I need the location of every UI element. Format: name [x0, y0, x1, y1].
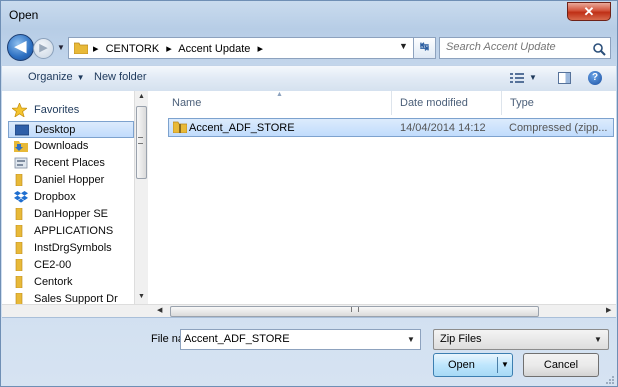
resize-grip-icon[interactable] — [605, 375, 615, 385]
chevron-down-icon[interactable]: ▼ — [407, 335, 415, 344]
window-title: Open — [9, 8, 39, 22]
sidebar-item-label: Downloads — [34, 140, 89, 152]
address-dropdown-icon[interactable]: ▼ — [399, 41, 408, 51]
sidebar-item-recent-places[interactable]: Recent Places — [8, 155, 134, 172]
address-bar[interactable]: ▸ CENTORK ▸ Accent Update ▸ ▼ — [68, 37, 414, 59]
sidebar-item-daniel-hopper[interactable]: Daniel Hopper — [8, 172, 134, 189]
organize-label: Organize — [28, 71, 73, 83]
file-name-input[interactable] — [184, 333, 384, 345]
folder-icon — [15, 225, 23, 237]
breadcrumb-separator-icon[interactable]: ▸ — [257, 43, 263, 55]
horizontal-scrollbar[interactable]: ◀ ▶ — [2, 304, 616, 317]
file-name-combobox[interactable]: ▼ — [180, 329, 421, 350]
close-button[interactable]: ✕ — [567, 2, 611, 21]
open-dialog: Open ✕ ◀ ▶ ▼ ▸ CENTORK ▸ Accent Update ▸… — [0, 0, 618, 387]
sidebar-item-centork[interactable]: Centork — [8, 274, 134, 291]
breadcrumb-separator-icon[interactable]: ▸ — [93, 43, 99, 55]
zip-folder-icon — [173, 121, 187, 133]
sort-ascending-icon: ▲ — [276, 91, 283, 98]
search-box[interactable] — [439, 37, 611, 59]
sidebar-item-label: Daniel Hopper — [34, 174, 105, 186]
search-input[interactable] — [446, 41, 586, 53]
sidebar-item-label: DanHopper SE — [34, 208, 108, 220]
sidebar-item-label: Recent Places — [34, 157, 105, 169]
recent-locations-dropdown[interactable]: ▼ — [57, 43, 65, 52]
refresh-button[interactable]: ↹ — [414, 37, 436, 59]
sidebar-item-desktop[interactable]: Desktop — [8, 121, 134, 138]
breadcrumb-separator-icon[interactable]: ▸ — [166, 43, 172, 55]
folder-icon — [15, 276, 23, 288]
sidebar-item-label: CE2-00 — [34, 259, 72, 271]
change-view-icon[interactable] — [510, 72, 524, 84]
sidebar-item-downloads[interactable]: Downloads — [8, 138, 134, 155]
sidebar-item-danhopper-se[interactable]: DanHopper SE — [8, 206, 134, 223]
folder-icon — [15, 259, 23, 271]
favorites-label: Favorites — [34, 104, 80, 116]
file-type-value: Zip Files — [440, 333, 482, 345]
search-icon[interactable] — [592, 42, 606, 56]
refresh-icon: ↹ — [419, 41, 430, 53]
table-row[interactable]: Accent_ADF_STORE 14/04/2014 14:12 Compre… — [168, 118, 614, 137]
preview-pane-icon[interactable] — [558, 72, 571, 84]
forward-button[interactable]: ▶ — [33, 38, 54, 59]
scroll-up-icon[interactable]: ▲ — [138, 93, 145, 100]
recent-places-icon — [14, 157, 28, 169]
folder-icon — [15, 208, 23, 220]
scroll-left-icon[interactable]: ◀ — [157, 306, 162, 314]
file-name-cell: Accent_ADF_STORE — [189, 122, 295, 134]
split-divider — [497, 357, 498, 373]
desktop-icon — [15, 124, 29, 136]
folder-icon — [15, 174, 23, 186]
scroll-down-icon[interactable]: ▼ — [138, 293, 145, 300]
back-button[interactable]: ◀ — [7, 34, 34, 61]
open-button-label: Open — [448, 359, 475, 371]
sidebar-item-dropbox[interactable]: Dropbox — [8, 189, 134, 206]
folder-icon — [15, 242, 23, 254]
file-type-cell: Compressed (zipp... — [509, 122, 608, 134]
chevron-down-icon: ▼ — [594, 335, 602, 344]
column-divider[interactable] — [391, 91, 392, 115]
file-date-cell: 14/04/2014 14:12 — [400, 122, 486, 134]
folder-icon — [74, 42, 88, 54]
breadcrumb-item-centork[interactable]: CENTORK — [106, 43, 160, 55]
sidebar-item-applications[interactable]: APPLICATIONS — [8, 223, 134, 240]
downloads-icon — [14, 141, 28, 152]
title-bar: Open ✕ — [1, 1, 617, 27]
scrollbar-grip-icon — [138, 137, 143, 144]
scrollbar-grip-icon — [351, 307, 359, 312]
sidebar-item-instdrgsymbols[interactable]: InstDrgSymbols — [8, 240, 134, 257]
chevron-down-icon: ▼ — [76, 73, 85, 82]
scroll-right-icon[interactable]: ▶ — [606, 306, 611, 314]
command-bar: Organize ▼ New folder ▼ ? — [2, 65, 616, 92]
sidebar-item-label: Centork — [34, 276, 73, 288]
sidebar-item-label: APPLICATIONS — [34, 225, 114, 237]
dropbox-icon — [14, 191, 28, 203]
navigation-pane: Favorites Desktop Downloads Recent Place… — [2, 91, 148, 317]
open-options-dropdown-icon[interactable]: ▼ — [501, 360, 509, 369]
star-icon — [12, 103, 27, 117]
column-header-date-modified[interactable]: Date modified — [400, 97, 468, 109]
sidebar-item-ce2-00[interactable]: CE2-00 — [8, 257, 134, 274]
organize-button[interactable]: Organize ▼ — [28, 71, 85, 83]
cancel-button[interactable]: Cancel — [523, 353, 599, 377]
sidebar-item-label: InstDrgSymbols — [34, 242, 112, 254]
breadcrumb: ▸ CENTORK ▸ Accent Update ▸ — [93, 42, 267, 55]
column-divider[interactable] — [501, 91, 502, 115]
sidebar-item-label: Dropbox — [34, 191, 76, 203]
new-folder-button[interactable]: New folder — [94, 71, 147, 83]
column-header-type[interactable]: Type — [510, 97, 534, 109]
open-button[interactable]: Open ▼ — [433, 353, 513, 377]
breadcrumb-item-accent-update[interactable]: Accent Update — [178, 43, 250, 55]
help-icon[interactable]: ? — [588, 71, 602, 85]
file-list: ▲ Name Date modified Type Accent_ADF_STO… — [150, 91, 616, 317]
column-header-name[interactable]: Name — [172, 97, 201, 109]
navigation-scrollbar[interactable]: ▲ ▼ — [134, 91, 148, 304]
content-area: Favorites Desktop Downloads Recent Place… — [2, 91, 616, 318]
view-options-dropdown-icon[interactable]: ▼ — [529, 73, 537, 82]
file-type-select[interactable]: Zip Files ▼ — [433, 329, 609, 350]
back-arrow-icon: ◀ — [14, 38, 27, 55]
close-icon: ✕ — [583, 4, 595, 19]
forward-arrow-icon: ▶ — [39, 42, 48, 54]
sidebar-item-label: Desktop — [35, 124, 76, 136]
